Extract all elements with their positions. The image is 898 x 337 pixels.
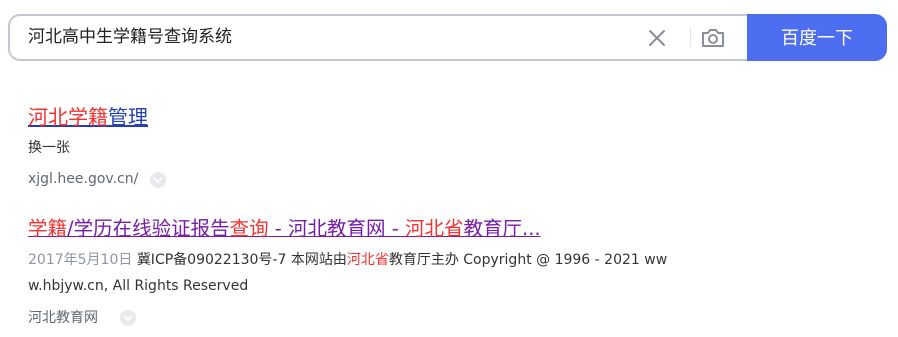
result-snippet: 换一张	[28, 140, 70, 156]
result-snippet-line2: w.hbjyw.cn, All Rights Reserved	[28, 278, 249, 294]
snippet-text: 教育厅主办 Copyright @ 1996 - 2021 ww	[388, 252, 668, 268]
result-source[interactable]: 河北教育网	[28, 308, 98, 328]
search-input[interactable]	[28, 16, 588, 59]
title-highlight: 学籍	[28, 217, 68, 240]
title-highlight: 河北学籍	[28, 105, 108, 129]
result-title[interactable]: 学籍/学历在线验证报告查询 - 河北教育网 - 河北省教育厅...	[28, 216, 541, 242]
title-highlight: 河北省	[404, 217, 464, 240]
snippet-text: 冀ICP备09022130号-7 本网站由	[136, 252, 347, 268]
result-date: 2017年5月10日	[28, 252, 133, 268]
result-source[interactable]: xjgl.hee.gov.cn/	[28, 169, 138, 189]
title-highlight: 查询	[229, 217, 269, 240]
snippet-highlight: 河北省	[346, 252, 389, 268]
close-icon[interactable]	[646, 27, 668, 49]
result-title[interactable]: 河北学籍管理	[28, 104, 148, 130]
chevron-down-icon[interactable]	[150, 172, 166, 188]
search-box[interactable]	[8, 14, 747, 61]
title-text: /学历在线验证报告	[67, 217, 230, 240]
title-text: 教育厅...	[463, 217, 541, 240]
title-text: 管理	[108, 105, 148, 129]
result-snippet: 2017年5月10日 冀ICP备09022130号-7 本网站由河北省教育厅主办…	[28, 250, 667, 270]
divider	[690, 29, 691, 47]
search-button[interactable]: 百度一下	[747, 14, 887, 61]
chevron-down-icon[interactable]	[120, 310, 136, 326]
camera-icon[interactable]	[700, 26, 726, 50]
title-text: - 河北教育网 -	[268, 217, 405, 240]
